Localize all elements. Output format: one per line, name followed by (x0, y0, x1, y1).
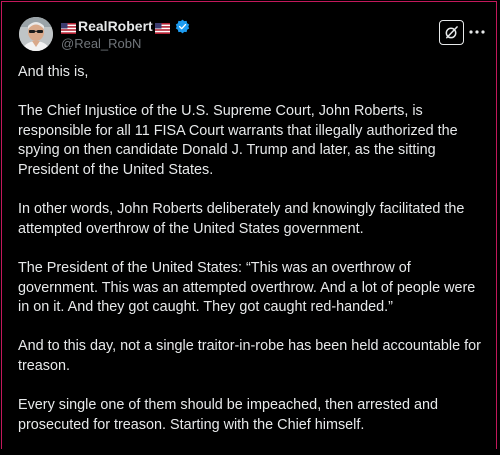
avatar-image (19, 17, 53, 51)
post-body: And this is, The Chief Injustice of the … (18, 63, 484, 455)
more-horizontal-icon (469, 30, 485, 34)
grok-icon (445, 26, 458, 39)
us-flag-icon (61, 21, 76, 34)
post-paragraph: In other words, John Roberts deliberatel… (18, 201, 465, 237)
post-paragraph: The President of the United States: “Thi… (18, 259, 476, 316)
display-name[interactable]: RealRobert (78, 18, 153, 34)
post-paragraph: And to this day, not a single traitor-in… (18, 338, 481, 374)
post-header: RealRobert @Real_RobN (14, 12, 486, 52)
more-options-button[interactable] (468, 24, 486, 40)
post-paragraph: And this is, (18, 64, 89, 80)
post-paragraph: Every single one of them should be impea… (18, 397, 438, 433)
display-name-row[interactable]: RealRobert (61, 17, 190, 35)
grok-button[interactable] (439, 20, 464, 45)
avatar[interactable] (19, 17, 53, 51)
author-handle[interactable]: @Real_RobN (61, 36, 190, 51)
post-paragraph: The Chief Injustice of the U.S. Supreme … (18, 103, 458, 178)
author-names: RealRobert @Real_RobN (61, 17, 190, 51)
verified-badge-icon[interactable] (175, 19, 190, 34)
us-flag-icon (154, 21, 170, 34)
